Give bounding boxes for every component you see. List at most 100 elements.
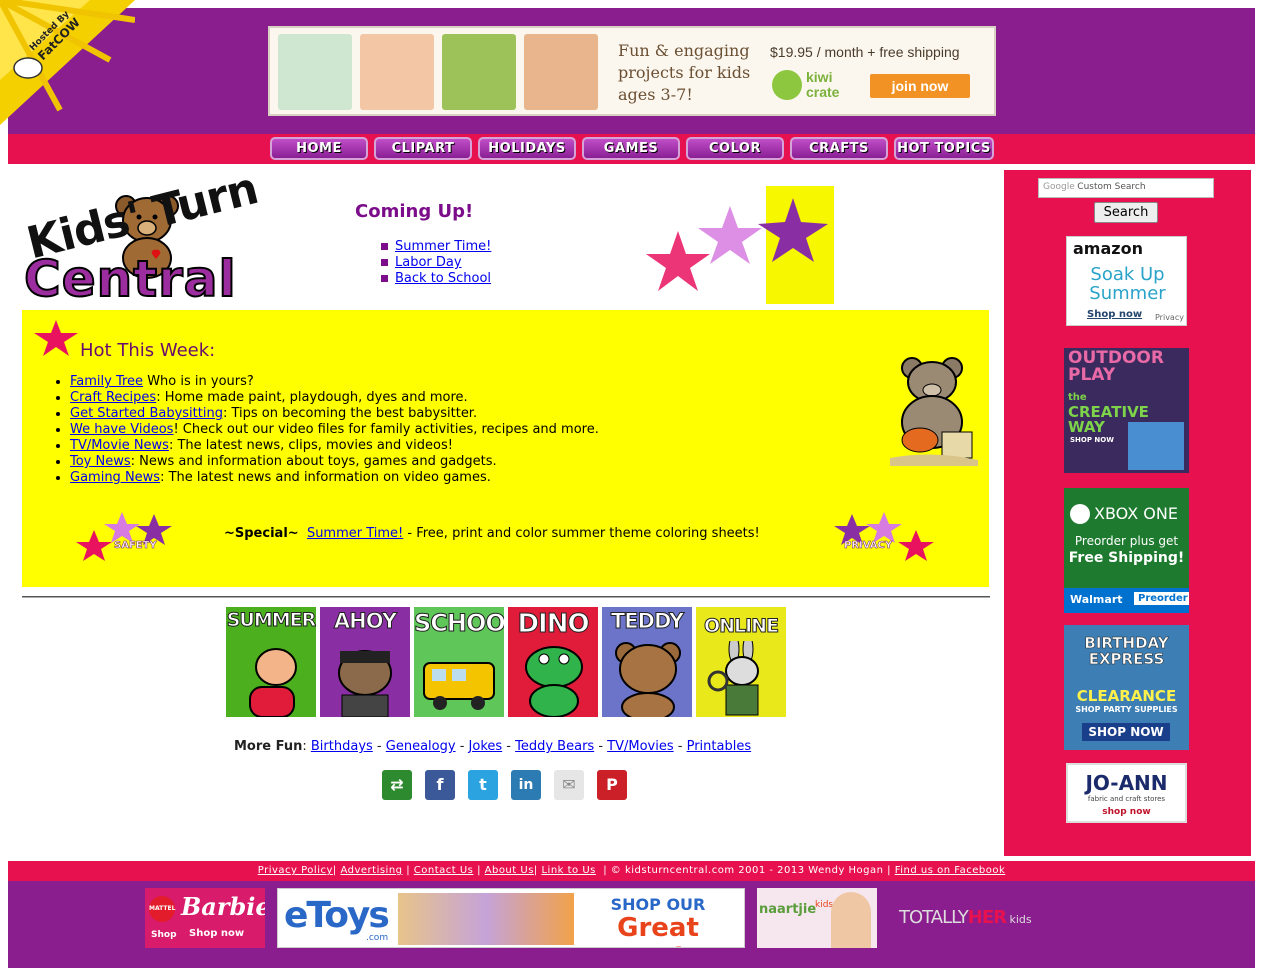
amazon-shop-now[interactable]: Shop now	[1087, 309, 1142, 320]
etoys-sub: .com	[366, 933, 389, 943]
nav-color[interactable]: COLOR	[686, 137, 784, 160]
link-back-to-school[interactable]: Back to School	[395, 271, 491, 286]
link-toy-news[interactable]: Toy News	[70, 454, 131, 469]
link-tv-movie-news[interactable]: TV/Movie News	[70, 438, 169, 453]
birthday-line2: EXPRESS	[1088, 650, 1165, 668]
link-advertising[interactable]: Advertising	[340, 865, 402, 876]
twitter-icon[interactable]: t	[468, 770, 498, 800]
list-item: Gaming News: The latest news and informa…	[70, 470, 599, 486]
separator: -	[673, 739, 687, 754]
totally-part2: HER	[967, 907, 1007, 928]
list-item: Toy News: News and information about toy…	[70, 454, 599, 470]
link-printables[interactable]: Printables	[687, 739, 752, 754]
nav-games[interactable]: GAMES	[582, 137, 680, 160]
xbox-preorder-button[interactable]: Preorder	[1134, 592, 1189, 605]
link-babysitting[interactable]: Get Started Babysitting	[70, 406, 223, 421]
site-logo[interactable]: Kids' Turn Central	[22, 163, 263, 309]
link-about-us[interactable]: About Us	[485, 865, 534, 876]
link-teddy-bears[interactable]: Teddy Bears	[515, 739, 594, 754]
ad-headline: Fun & engaging projects for kids ages 3-…	[618, 41, 751, 104]
birthday-shop-now-button[interactable]: SHOP NOW	[1082, 723, 1170, 741]
ad-price: $19.95 / month + free shipping	[770, 44, 960, 60]
more-fun-row: More Fun: Birthdays - Genealogy - Jokes …	[234, 739, 752, 754]
fatcow-badge[interactable]: Hosted By FatCOW	[0, 0, 135, 125]
link-link-to-us[interactable]: Link to Us	[541, 865, 595, 876]
stars-icon	[646, 198, 828, 291]
list-item: Back to School	[381, 271, 491, 287]
link-birthdays[interactable]: Birthdays	[311, 739, 373, 754]
nav-crafts[interactable]: CRAFTS	[790, 137, 888, 160]
main-nav: HOME CLIPART HOLIDAYS GAMES COLOR CRAFTS…	[8, 134, 1255, 164]
link-jokes[interactable]: Jokes	[469, 739, 503, 754]
birthday-express-ad[interactable]: BIRTHDAY EXPRESS CLEARANCE SHOP PARTY SUP…	[1064, 625, 1189, 750]
privacy-badge[interactable]: PRIVACY	[832, 506, 942, 562]
page: Fun & engaging projects for kids ages 3-…	[0, 0, 1255, 968]
link-privacy-policy[interactable]: Privacy Policy	[258, 865, 333, 876]
ad-image-craft-box	[278, 34, 352, 110]
link-summer-time[interactable]: Summer Time!	[395, 239, 491, 254]
joann-sub: fabric and craft stores	[1087, 795, 1166, 803]
divider	[22, 596, 990, 598]
brand-line-1: kiwi	[806, 69, 833, 85]
email-icon[interactable]: ✉	[554, 770, 584, 800]
joann-ad[interactable]: JO-ANN fabric and craft stores shop now	[1066, 763, 1187, 823]
joann-brand: JO-ANN	[1085, 771, 1168, 795]
amazon-ad[interactable]: amazon Soak Up Summer Shop now Privacy	[1066, 236, 1187, 326]
linkedin-icon[interactable]: in	[511, 770, 541, 800]
barbie-shop-now[interactable]: Shop now	[189, 928, 244, 939]
more-fun-label: More Fun	[234, 739, 303, 754]
top-banner-area: Fun & engaging projects for kids ages 3-…	[8, 8, 1255, 134]
copyright: © kidsturncentral.com 2001 - 2013 Wendy …	[610, 865, 884, 876]
share-icon[interactable]: ⇄	[382, 770, 412, 800]
mattel-logo: MATTEL	[149, 896, 175, 922]
tile-ahoy[interactable]: AHOY	[320, 607, 410, 717]
tile-summer[interactable]: SUMMER	[226, 607, 316, 717]
bear-sandcastle-icon	[890, 357, 978, 466]
nav-holidays[interactable]: HOLIDAYS	[478, 137, 576, 160]
xbox-ad[interactable]: XBOX ONE Preorder plus get Free Shipping…	[1064, 488, 1189, 613]
google-label: Google	[1043, 182, 1075, 192]
search-button[interactable]: Search	[1094, 202, 1158, 223]
tile-teddy[interactable]: TEDDY	[602, 607, 692, 717]
link-facebook[interactable]: Find us on Facebook	[895, 865, 1006, 876]
dinosaur-icon	[525, 646, 583, 717]
nav-hot-topics[interactable]: HOT TOPICS	[894, 137, 994, 160]
nav-home[interactable]: HOME	[270, 137, 368, 160]
link-tv-movies[interactable]: TV/Movies	[607, 739, 673, 754]
search-input[interactable]: Google Custom Search	[1038, 178, 1214, 198]
tile-online[interactable]: ONLINE	[696, 607, 786, 717]
nav-clipart[interactable]: CLIPART	[374, 137, 472, 160]
link-craft-recipes[interactable]: Craft Recipes	[70, 390, 156, 405]
tile-label: DINO	[517, 609, 590, 640]
facebook-icon[interactable]: f	[425, 770, 455, 800]
pinterest-icon[interactable]: P	[597, 770, 627, 800]
etoys-product-image	[398, 893, 574, 945]
link-summer-time-special[interactable]: Summer Time!	[307, 526, 403, 541]
etoys-ad[interactable]: eToys .com SHOP OUR Great Deals	[277, 888, 745, 948]
naartjie-child-image	[831, 892, 871, 948]
link-contact-us[interactable]: Contact Us	[414, 865, 474, 876]
joann-shop-now[interactable]: shop now	[1068, 807, 1185, 817]
crayola-ad[interactable]: OUTDOOR PLAY the CREATIVE WAY SHOP NOW	[1064, 348, 1189, 473]
amazon-privacy[interactable]: Privacy	[1155, 313, 1184, 322]
safety-badge[interactable]: SAFETY	[72, 506, 182, 562]
totally-her-logo[interactable]: TOTALLYHER kids	[899, 907, 1032, 928]
walmart-strip: Walmart Preorder	[1064, 588, 1189, 613]
footer-links: Privacy Policy| Advertising | Contact Us…	[8, 861, 1255, 881]
tile-school[interactable]: SCHOOL	[414, 607, 504, 717]
link-labor-day[interactable]: Labor Day	[395, 255, 462, 270]
link-genealogy[interactable]: Genealogy	[386, 739, 456, 754]
barbie-ad[interactable]: MATTEL Barbie Shop Shop now	[145, 888, 265, 948]
join-now-button[interactable]: join now	[870, 74, 970, 98]
brand-line-2: crate	[806, 84, 840, 100]
list-item: Family Tree Who is in yours?	[70, 374, 599, 390]
crayola-cta[interactable]: SHOP NOW	[1070, 436, 1114, 444]
item-text: : The latest news, clips, movies and vid…	[168, 438, 453, 453]
tile-dino[interactable]: DINO	[508, 607, 598, 717]
link-family-tree[interactable]: Family Tree	[70, 374, 143, 389]
kiwi-crate-ad[interactable]: Fun & engaging projects for kids ages 3-…	[268, 26, 996, 116]
link-gaming-news[interactable]: Gaming News	[70, 470, 160, 485]
ad-image-child-painting	[524, 34, 598, 110]
link-videos[interactable]: We have Videos	[70, 422, 173, 437]
naartjie-ad[interactable]: naartjie kids	[757, 888, 877, 948]
